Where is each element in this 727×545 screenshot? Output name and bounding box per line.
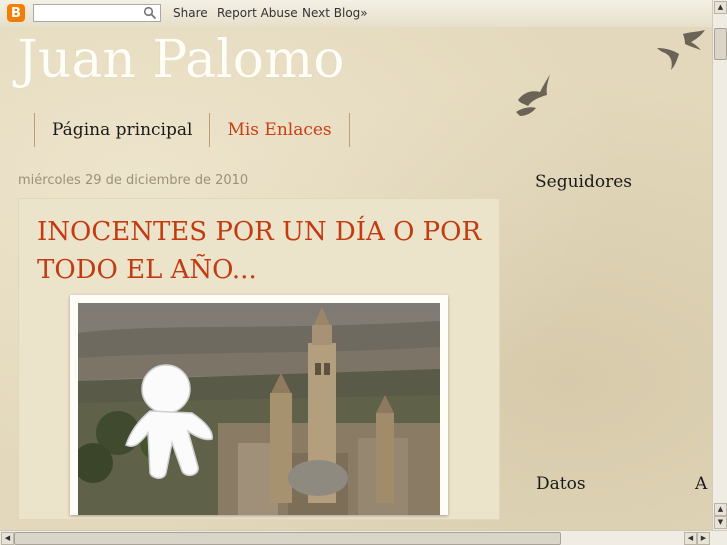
- blogger-logo-icon[interactable]: B: [7, 4, 25, 22]
- scroll-up-arrow-icon[interactable]: ▲: [714, 1, 727, 14]
- vertical-scrollbar[interactable]: ▲ ▲ ▼: [712, 0, 727, 531]
- followers-heading: Seguidores: [535, 172, 633, 192]
- town-photo: [78, 303, 440, 515]
- scroll-left-arrow-icon-2[interactable]: ◀: [684, 532, 697, 545]
- next-blog-link[interactable]: Next Blog»: [302, 6, 368, 20]
- page-tabs: Página principal Mis Enlaces: [34, 113, 350, 147]
- tab-pagina-principal[interactable]: Página principal: [34, 113, 209, 147]
- search-icon[interactable]: [143, 6, 157, 20]
- post-image[interactable]: [78, 303, 440, 515]
- share-link[interactable]: Share: [173, 6, 208, 20]
- report-abuse-link[interactable]: Report Abuse: [217, 6, 298, 20]
- horizontal-scrollbar[interactable]: ◀ ◀ ▶: [0, 530, 727, 545]
- post-title[interactable]: INOCENTES POR UN DÍA O POR TODO EL AÑO..…: [37, 213, 487, 289]
- horizontal-scroll-thumb[interactable]: [14, 532, 561, 545]
- blog-title[interactable]: Juan Palomo: [17, 30, 345, 90]
- scroll-down-arrow-icon[interactable]: ▼: [714, 516, 727, 529]
- search-field[interactable]: [36, 6, 140, 20]
- scroll-right-arrow-icon[interactable]: ▶: [697, 532, 710, 545]
- post-container: INOCENTES POR UN DÍA O POR TODO EL AÑO..…: [18, 198, 500, 520]
- vertical-scroll-thumb[interactable]: [714, 28, 727, 60]
- scroll-down-up-arrow-icon[interactable]: ▲: [714, 503, 727, 516]
- scroll-left-arrow-icon[interactable]: ◀: [1, 532, 14, 545]
- datos-heading: Datos: [536, 474, 586, 494]
- bird-icon: [516, 74, 550, 116]
- post-image-frame: [70, 295, 448, 515]
- tab-mis-enlaces[interactable]: Mis Enlaces: [209, 113, 350, 147]
- post-date: miércoles 29 de diciembre de 2010: [18, 173, 249, 188]
- blogger-navbar: B Share Report Abuse Next Blog»: [0, 0, 727, 28]
- bird-icon: [657, 30, 705, 70]
- archive-heading-partial: A: [695, 474, 708, 494]
- search-input[interactable]: [33, 4, 161, 22]
